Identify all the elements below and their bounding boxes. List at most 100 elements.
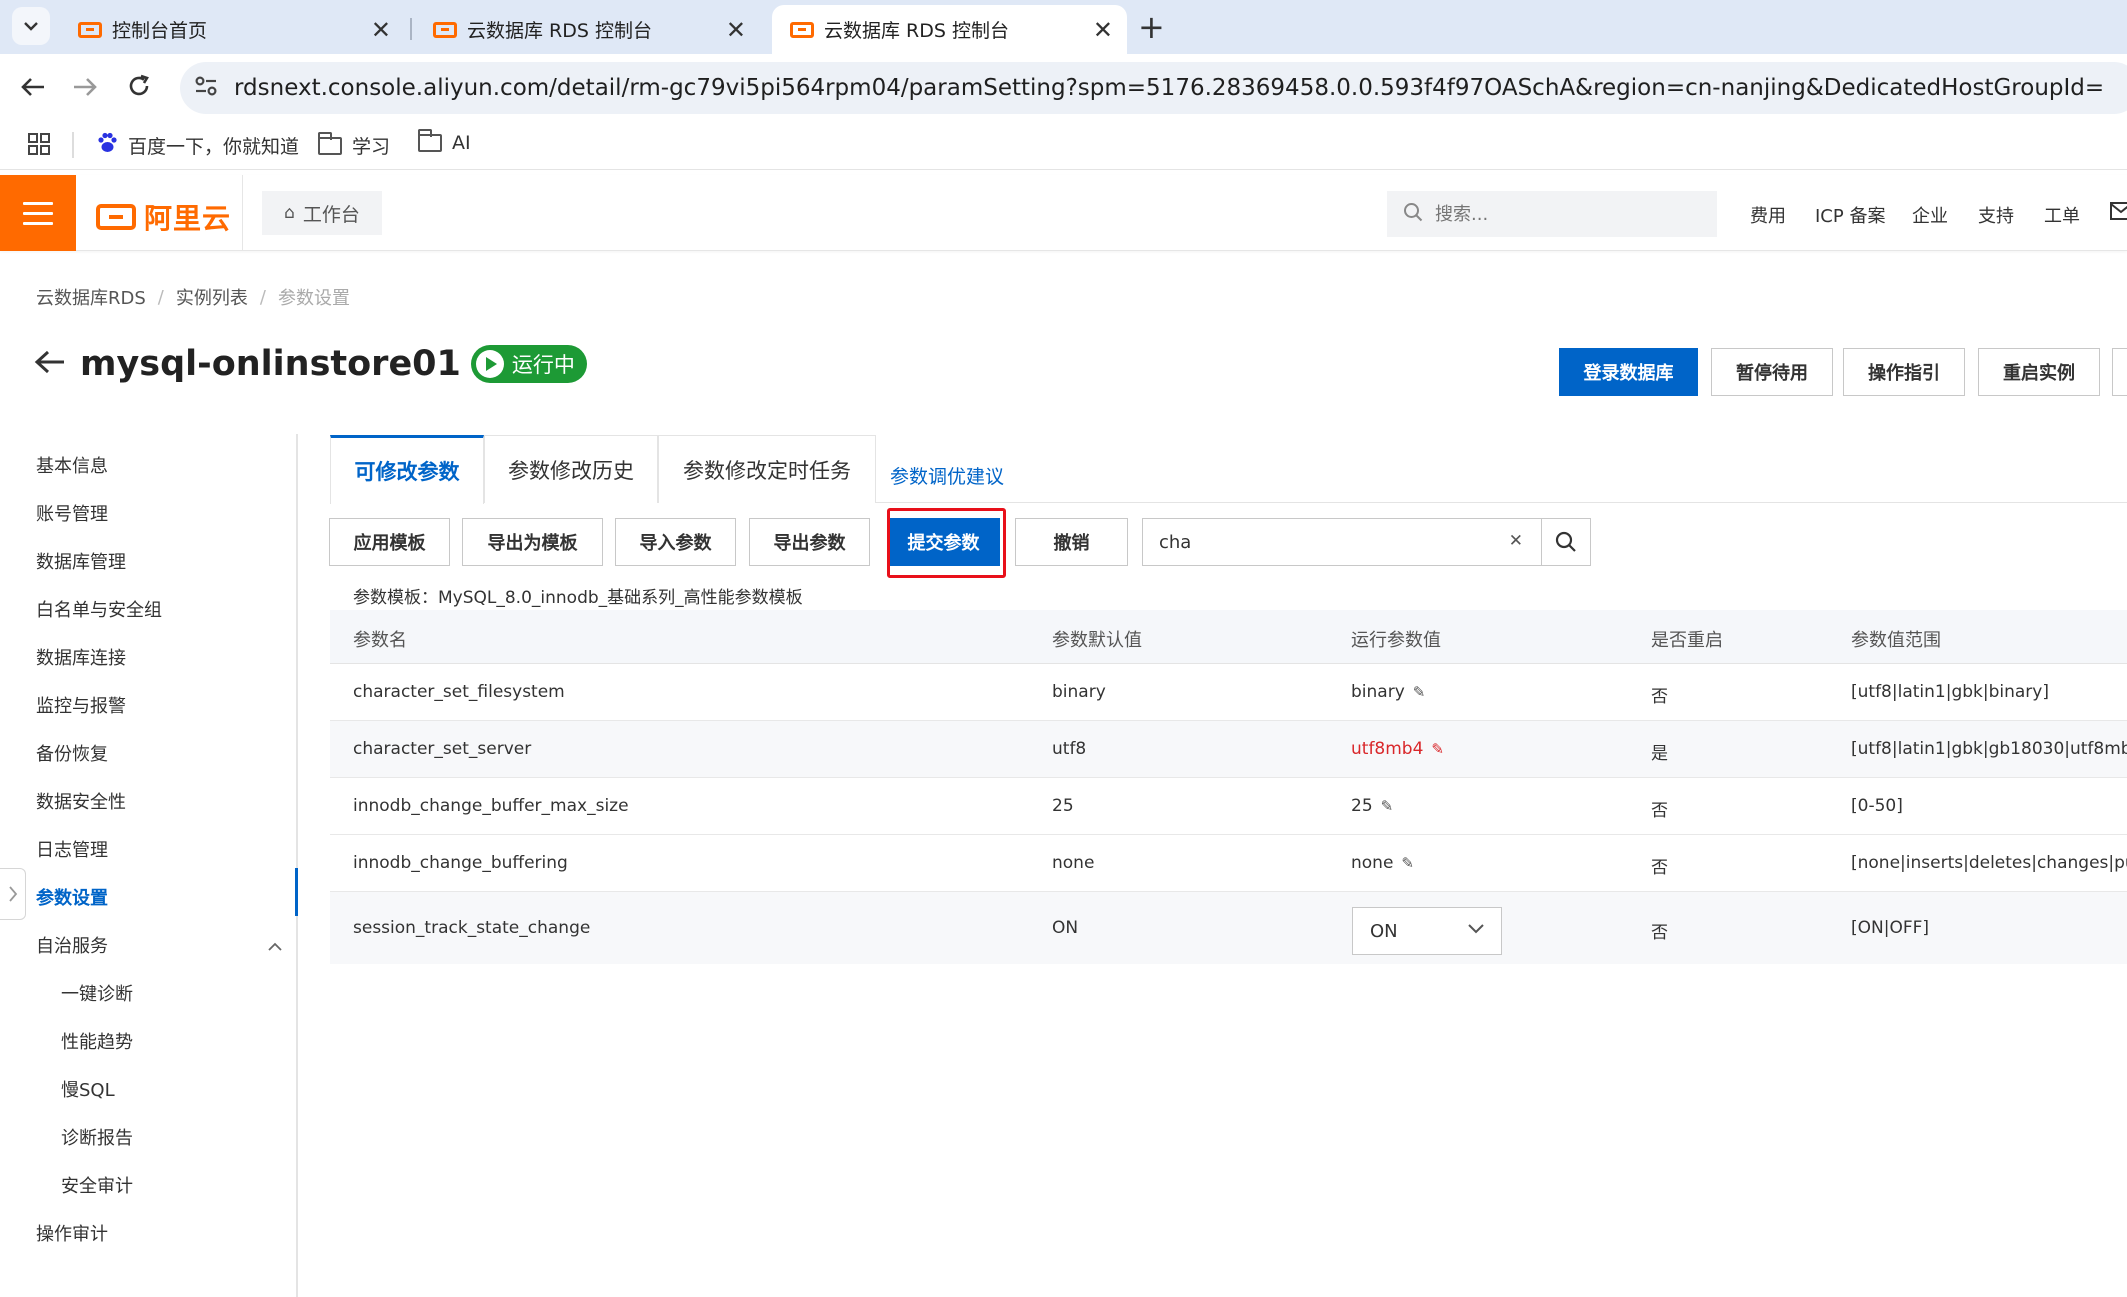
param-tabs: 可修改参数 参数修改历史 参数修改定时任务 [330,435,2127,504]
sidebar-active-indicator [295,868,298,916]
global-search[interactable] [1387,191,1717,237]
browser-tab-rds-active[interactable]: 云数据库 RDS 控制台 ✕ [772,5,1127,54]
clear-icon[interactable]: ✕ [1509,531,1523,551]
apply-template-button[interactable]: 应用模板 [329,518,450,566]
browser-tab-console-home[interactable]: 控制台首页 ✕ [60,5,405,54]
header-link-support[interactable]: 支持 [1978,202,2014,228]
export-as-template-button[interactable]: 导出为模板 [462,518,603,566]
bookmark-folder-ai[interactable]: AI [417,129,471,154]
sidebar-item-whitelist[interactable]: 白名单与安全组 [36,596,162,622]
more-actions-button[interactable] [2112,348,2127,396]
bookmark-folder-study[interactable]: 学习 [317,131,390,159]
param-restart: 否 [1651,801,1668,821]
close-icon[interactable]: ✕ [1093,16,1113,44]
column-header-restart: 是否重启 [1651,630,1723,651]
folder-icon [317,131,342,155]
guide-button[interactable]: 操作指引 [1843,348,1965,396]
close-icon[interactable]: ✕ [371,16,391,44]
table-header: 参数名 参数默认值 运行参数值 是否重启 参数值范围 [330,610,2127,664]
column-header-name: 参数名 [353,630,407,651]
sidebar-item-operation-audit[interactable]: 操作审计 [36,1220,108,1246]
sidebar-item-databases[interactable]: 数据库管理 [36,548,126,574]
aliyun-favicon-icon [78,21,102,38]
param-filter[interactable]: ✕ [1142,518,1542,566]
forward-arrow-icon[interactable] [72,72,98,105]
export-params-button[interactable]: 导出参数 [749,518,870,566]
edit-pencil-icon[interactable]: ✎ [1413,683,1426,701]
site-settings-icon[interactable] [194,75,220,102]
search-icon [1403,202,1423,227]
tab-modify-history[interactable]: 参数修改历史 [484,435,658,503]
address-bar-row: rdsnext.console.aliyun.com/detail/rm-gc7… [0,54,2127,120]
workbench-button[interactable]: ⌂ 工作台 [262,191,382,235]
sidebar-item-backup[interactable]: 备份恢复 [36,740,108,766]
sidebar-item-parameters[interactable]: 参数设置 [36,884,108,910]
chevron-up-icon[interactable] [268,936,282,955]
breadcrumb-separator: / [157,286,164,308]
aliyun-logo[interactable]: 阿里云 [96,197,231,237]
pause-button[interactable]: 暂停待用 [1711,348,1833,396]
param-restart: 否 [1651,687,1668,707]
submit-params-button[interactable]: 提交参数 [887,518,1000,566]
header-link-billing[interactable]: 费用 [1750,202,1786,228]
new-tab-button[interactable]: + [1138,8,1165,46]
sidebar-item-logs[interactable]: 日志管理 [36,836,108,862]
header-link-icp[interactable]: ICP 备案 [1815,202,1885,228]
filter-search-button[interactable] [1541,518,1591,566]
running-value-select[interactable]: ON [1352,907,1502,955]
param-default: ON [1052,918,1079,938]
url-field[interactable]: rdsnext.console.aliyun.com/detail/rm-gc7… [180,62,2127,114]
message-icon[interactable] [2110,201,2127,226]
sidebar-subitem-diagnosis[interactable]: 一键诊断 [61,980,133,1006]
browser-tab-rds-1[interactable]: 云数据库 RDS 控制台 ✕ [415,5,760,54]
param-range: [0-50] [1851,796,1903,816]
apps-grid-icon[interactable] [28,133,50,159]
param-name: session_track_state_change [353,918,591,938]
sidebar-subitem-report[interactable]: 诊断报告 [61,1124,133,1150]
header-link-ticket[interactable]: 工单 [2044,202,2080,228]
param-range: [none|inserts|deletes|changes|purg [1851,853,2127,873]
restart-instance-button[interactable]: 重启实例 [1978,348,2100,396]
sidebar-subitem-performance[interactable]: 性能趋势 [61,1028,133,1054]
console-header: 阿里云 ⌂ 工作台 费用 ICP 备案 企业 支持 工单 [0,175,2127,251]
back-arrow-icon[interactable] [20,72,46,105]
sidebar-subitem-audit[interactable]: 安全审计 [61,1172,133,1198]
sidebar-item-accounts[interactable]: 账号管理 [36,500,108,526]
global-search-input[interactable] [1435,203,1685,225]
sidebar-item-monitoring[interactable]: 监控与报警 [36,692,126,718]
close-icon[interactable]: ✕ [726,16,746,44]
breadcrumb-instance-list[interactable]: 实例列表 [176,284,248,310]
aliyun-favicon-icon [790,21,814,38]
reload-icon[interactable] [127,72,151,105]
edit-pencil-icon[interactable]: ✎ [1401,854,1414,872]
param-name: innodb_change_buffer_max_size [353,796,629,816]
sidebar-item-autonomy[interactable]: 自治服务 [36,932,108,958]
header-divider [242,175,243,251]
login-database-button[interactable]: 登录数据库 [1559,348,1698,396]
header-link-enterprise[interactable]: 企业 [1912,202,1948,228]
back-arrow-icon[interactable] [34,344,66,384]
tab-scheduled-tasks[interactable]: 参数修改定时任务 [658,435,876,503]
param-restart: 否 [1651,858,1668,878]
bookmark-baidu[interactable]: 百度一下，你就知道 [96,132,299,159]
tuning-advice-link[interactable]: 参数调优建议 [890,462,1004,489]
sidebar-item-connection[interactable]: 数据库连接 [36,644,126,670]
edit-pencil-icon[interactable]: ✎ [1381,797,1394,815]
param-default: 25 [1052,796,1074,816]
hamburger-menu-icon[interactable] [0,175,76,251]
param-filter-input[interactable] [1159,531,1479,553]
sidebar-subitem-slow-sql[interactable]: 慢SQL [61,1076,115,1102]
param-restart: 是 [1651,744,1668,764]
param-default: binary [1052,682,1106,702]
status-text: 运行中 [511,353,575,377]
sidebar-item-basic-info[interactable]: 基本信息 [36,452,108,478]
edit-pencil-icon[interactable]: ✎ [1431,740,1444,758]
column-header-default: 参数默认值 [1052,630,1142,651]
sidebar-item-security[interactable]: 数据安全性 [36,788,126,814]
sidebar-collapse-handle[interactable] [0,868,26,920]
undo-button[interactable]: 撤销 [1015,518,1128,566]
tab-modifiable-params[interactable]: 可修改参数 [330,435,484,504]
import-params-button[interactable]: 导入参数 [615,518,736,566]
breadcrumb-rds[interactable]: 云数据库RDS [36,284,146,310]
tab-search-button[interactable] [12,7,50,45]
